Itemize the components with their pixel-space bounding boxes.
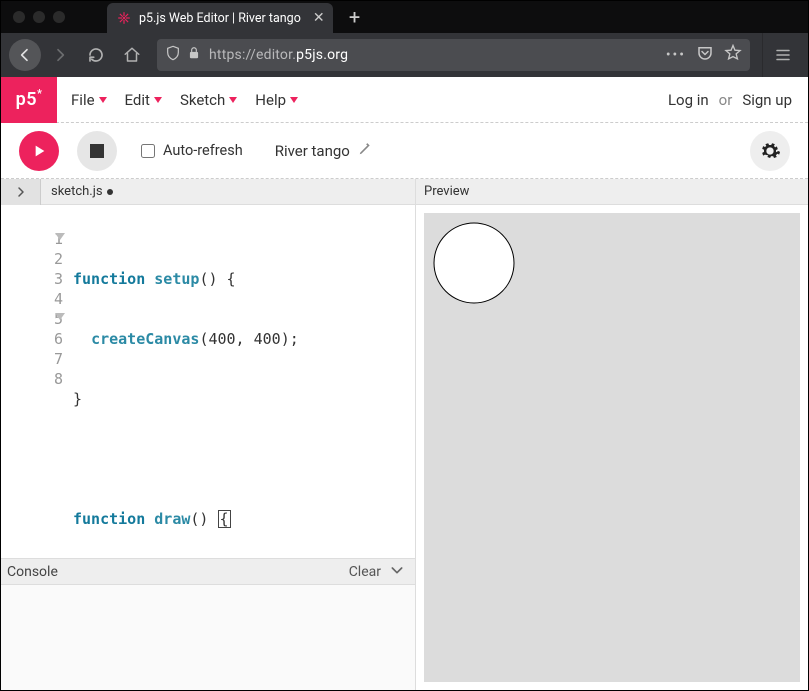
pencil-icon[interactable] xyxy=(358,142,372,160)
new-tab-button[interactable]: + xyxy=(339,1,371,33)
window-controls xyxy=(1,1,77,33)
browser-tab-title: p5.js Web Editor | River tango xyxy=(139,11,301,26)
reload-button[interactable] xyxy=(79,38,113,72)
back-button[interactable] xyxy=(9,39,41,71)
preview-header: Preview xyxy=(416,179,808,205)
pocket-icon[interactable] xyxy=(696,44,714,66)
chevron-right-icon xyxy=(15,186,27,198)
menu-sketch[interactable]: Sketch xyxy=(180,91,237,109)
browser-tab[interactable]: p5.js Web Editor | River tango ✕ xyxy=(107,3,333,33)
gear-icon xyxy=(759,140,781,162)
browser-tab-bar: p5.js Web Editor | River tango ✕ + xyxy=(1,1,808,33)
auto-refresh-toggle[interactable]: Auto-refresh xyxy=(141,142,243,159)
fold-icon[interactable] xyxy=(55,313,65,320)
preview-title: Preview xyxy=(424,184,469,199)
console-title: Console xyxy=(7,564,58,580)
console-header: Console Clear xyxy=(1,558,415,585)
console-body[interactable] xyxy=(1,585,415,690)
caret-down-icon xyxy=(290,97,298,103)
chevron-down-icon[interactable] xyxy=(381,562,405,582)
play-button[interactable] xyxy=(19,131,59,171)
menu-help[interactable]: Help xyxy=(255,91,298,109)
sketch-name-text: River tango xyxy=(275,142,350,160)
caret-down-icon xyxy=(99,97,107,103)
workspace: sketch.js 1 2 3 4 5 6 7 8 function setup… xyxy=(1,179,808,690)
caret-down-icon xyxy=(229,97,237,103)
sketch-name[interactable]: River tango xyxy=(275,142,372,160)
filename-label[interactable]: sketch.js xyxy=(51,184,103,199)
editor-pane: sketch.js 1 2 3 4 5 6 7 8 function setup… xyxy=(1,179,416,690)
line-gutter: 1 2 3 4 5 6 7 8 xyxy=(1,229,71,558)
home-button[interactable] xyxy=(115,38,149,72)
menu-bar: p5* File Edit Sketch Help Log in or Sign… xyxy=(1,77,808,123)
settings-button[interactable] xyxy=(750,131,790,171)
close-tab-icon[interactable]: ✕ xyxy=(313,10,325,26)
stop-button[interactable] xyxy=(77,131,117,171)
login-link[interactable]: Log in xyxy=(668,91,709,109)
menu-file[interactable]: File xyxy=(71,91,107,109)
menu-edit[interactable]: Edit xyxy=(125,91,162,109)
preview-canvas-wrap xyxy=(424,213,800,682)
forward-button xyxy=(43,38,77,72)
maximize-window-dot[interactable] xyxy=(53,11,65,23)
auto-refresh-label: Auto-refresh xyxy=(163,142,243,159)
caret-down-icon xyxy=(154,97,162,103)
auto-refresh-checkbox[interactable] xyxy=(141,144,155,158)
stop-icon xyxy=(90,144,104,158)
page-actions-icon[interactable]: ••• xyxy=(666,47,686,63)
sketch-toolbar: Auto-refresh River tango xyxy=(1,123,808,179)
console-clear-button[interactable]: Clear xyxy=(349,564,381,580)
signup-link[interactable]: Sign up xyxy=(742,91,792,109)
file-header: sketch.js xyxy=(1,179,415,205)
account-links: Log in or Sign up xyxy=(668,91,808,109)
expand-sidebar-button[interactable] xyxy=(1,179,41,205)
bookmark-star-icon[interactable] xyxy=(724,44,742,66)
p5-editor-app: p5* File Edit Sketch Help Log in or Sign… xyxy=(1,77,808,690)
url-text: https://editor.p5js.org xyxy=(209,47,658,63)
p5-logo[interactable]: p5* xyxy=(1,77,57,123)
close-window-dot[interactable] xyxy=(13,11,25,23)
p5-favicon-icon xyxy=(117,11,131,25)
shield-icon[interactable] xyxy=(165,45,181,65)
preview-pane: Preview xyxy=(416,179,808,690)
code-content[interactable]: function setup() { createCanvas(400, 400… xyxy=(71,229,415,558)
url-bar[interactable]: https://editor.p5js.org ••• xyxy=(157,39,750,71)
fold-icon[interactable] xyxy=(55,233,65,240)
lock-icon[interactable] xyxy=(187,46,201,64)
preview-canvas xyxy=(424,213,800,613)
minimize-window-dot[interactable] xyxy=(33,11,45,23)
code-editor[interactable]: 1 2 3 4 5 6 7 8 function setup() { creat… xyxy=(1,205,415,558)
browser-menu-button[interactable] xyxy=(766,38,800,72)
or-text: or xyxy=(719,91,733,109)
browser-toolbar: https://editor.p5js.org ••• xyxy=(1,33,808,77)
unsaved-indicator-icon xyxy=(107,189,113,195)
